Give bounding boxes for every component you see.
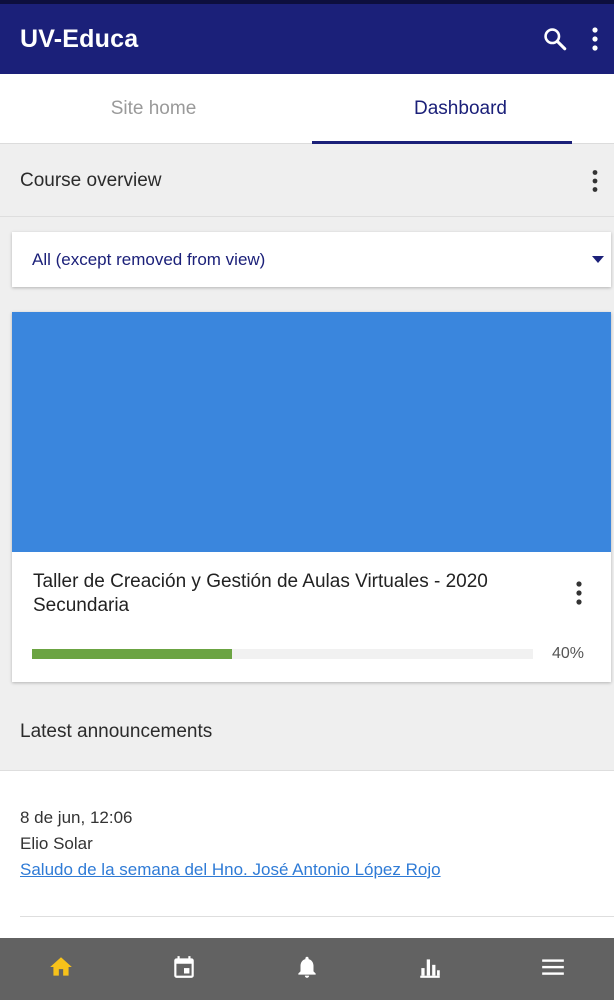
calendar-icon — [171, 954, 197, 985]
course-filter-select[interactable]: All (except removed from view) — [12, 232, 611, 287]
course-progress-label: 40% — [552, 645, 585, 662]
more-vertical-icon[interactable] — [578, 22, 612, 56]
grades-chart-icon — [417, 954, 443, 985]
active-tab-indicator — [312, 141, 572, 144]
bell-icon — [294, 954, 320, 985]
search-icon[interactable] — [538, 22, 572, 56]
menu-icon — [540, 954, 566, 985]
nav-notifications[interactable] — [246, 938, 369, 1000]
course-image[interactable] — [12, 312, 611, 552]
course-progress-bar — [32, 649, 533, 659]
divider — [20, 916, 614, 917]
tab-bar: Site home Dashboard — [0, 74, 614, 144]
caret-down-icon — [592, 256, 604, 263]
announcements-list: 8 de jun, 12:06 Elio Solar Saludo de la … — [0, 770, 614, 938]
nav-calendar[interactable] — [123, 938, 246, 1000]
home-icon — [48, 954, 74, 985]
announcement-author: Elio Solar — [20, 834, 93, 853]
announcement-date: 8 de jun, 12:06 — [20, 808, 133, 827]
course-overview-title: Course overview — [20, 169, 162, 191]
nav-grades[interactable] — [368, 938, 491, 1000]
tab-label: Dashboard — [414, 97, 507, 119]
nav-more-menu[interactable] — [491, 938, 614, 1000]
app-title: UV-Educa — [20, 24, 139, 53]
course-title[interactable]: Taller de Creación y Gestión de Aulas Vi… — [33, 570, 533, 618]
course-overview-header: Course overview — [0, 145, 614, 217]
bottom-nav — [0, 938, 614, 1000]
more-vertical-icon[interactable] — [578, 164, 612, 198]
tab-label: Site home — [110, 97, 197, 119]
announcements-header: Latest announcements — [0, 694, 614, 770]
tab-dashboard[interactable]: Dashboard — [307, 74, 614, 144]
app-header: UV-Educa — [0, 0, 614, 74]
more-vertical-icon[interactable] — [562, 576, 596, 610]
course-progress-fill — [32, 649, 233, 659]
nav-home[interactable] — [0, 938, 123, 1000]
announcements-title: Latest announcements — [20, 721, 213, 742]
course-card[interactable]: Taller de Creación y Gestión de Aulas Vi… — [12, 312, 611, 682]
filter-selected-value: All (except removed from view) — [32, 249, 266, 269]
announcement-link[interactable]: Saludo de la semana del Hno. José Antoni… — [20, 860, 441, 880]
tab-site-home[interactable]: Site home — [0, 74, 307, 143]
